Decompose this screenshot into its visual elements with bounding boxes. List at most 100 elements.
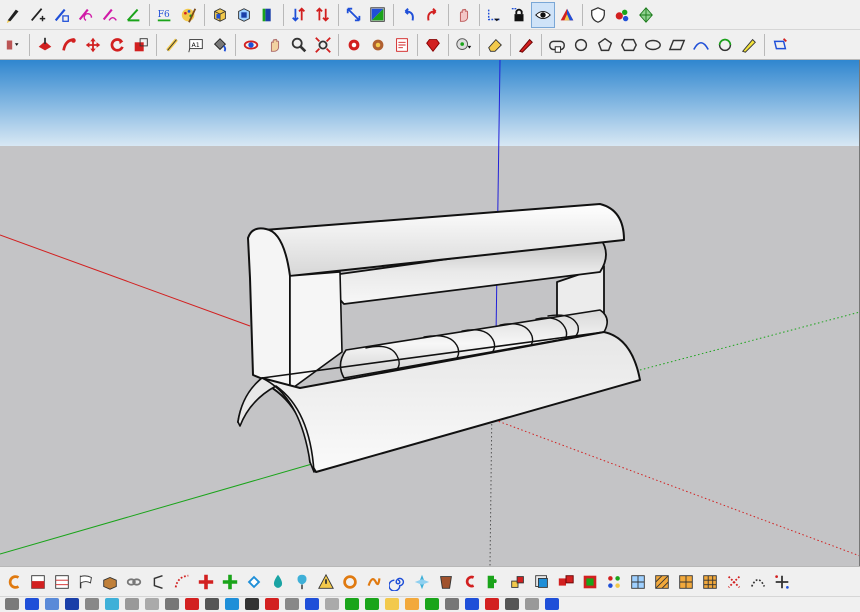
eraser-button[interactable]	[484, 33, 506, 57]
clipped-toolbar-icon[interactable]	[425, 598, 439, 610]
green-cross-button[interactable]	[219, 570, 241, 594]
cup-button[interactable]	[435, 570, 457, 594]
orange-curve-button[interactable]	[3, 570, 25, 594]
tape-measure-button[interactable]	[161, 33, 183, 57]
zoom-extents-button[interactable]	[312, 33, 334, 57]
clipped-toolbar-icon[interactable]	[145, 598, 159, 610]
teal-drop-button[interactable]	[267, 570, 289, 594]
undo-arrow-button[interactable]	[398, 3, 420, 27]
clipped-toolbar-icon[interactable]	[165, 598, 179, 610]
ruby-gem-button[interactable]	[422, 33, 444, 57]
move-button[interactable]	[82, 33, 104, 57]
red-pencil-button[interactable]	[515, 33, 537, 57]
arc-button[interactable]	[75, 3, 97, 27]
dotted-curve-button[interactable]	[171, 570, 193, 594]
parallelogram-button[interactable]	[666, 33, 688, 57]
plus-grid-button[interactable]	[771, 570, 793, 594]
dashed-arc-button[interactable]	[747, 570, 769, 594]
clipped-toolbar-icon[interactable]	[465, 598, 479, 610]
lock-button[interactable]	[508, 3, 530, 27]
zoom-button[interactable]	[288, 33, 310, 57]
viewport-scene[interactable]	[0, 60, 860, 566]
clipped-toolbar-icon[interactable]	[65, 598, 79, 610]
brown-gear-button[interactable]	[367, 33, 389, 57]
settings-dropdown-button[interactable]	[453, 33, 475, 57]
clipped-toolbar-icon[interactable]	[485, 598, 499, 610]
ring-button[interactable]	[339, 570, 361, 594]
circle-button[interactable]	[570, 33, 592, 57]
flip-button[interactable]	[367, 3, 389, 27]
rotate-shape-button[interactable]	[769, 33, 791, 57]
freehand-button[interactable]	[51, 3, 73, 27]
palette-brush-button[interactable]	[178, 3, 200, 27]
clipped-toolbar-icon[interactable]	[5, 598, 19, 610]
clipped-toolbar-icon[interactable]	[185, 598, 199, 610]
stack-cubes-button[interactable]	[507, 570, 529, 594]
axes-dropdown-button[interactable]	[484, 3, 506, 27]
orbit-button[interactable]	[240, 33, 262, 57]
report-button[interactable]	[391, 33, 413, 57]
green-gem-button[interactable]	[635, 3, 657, 27]
tile-grid-button[interactable]	[699, 570, 721, 594]
orange-grid-button[interactable]	[675, 570, 697, 594]
clipped-toolbar-icon[interactable]	[125, 598, 139, 610]
clipped-toolbar-icon[interactable]	[385, 598, 399, 610]
shield-button[interactable]	[587, 3, 609, 27]
clipped-toolbar-icon[interactable]	[285, 598, 299, 610]
pencil-button[interactable]	[3, 3, 25, 27]
clipped-toolbar-icon[interactable]	[205, 598, 219, 610]
diagonal-arrow-button[interactable]	[343, 3, 365, 27]
red-square-button[interactable]	[27, 570, 49, 594]
hexagon-button[interactable]	[618, 33, 640, 57]
clipped-toolbar-icon[interactable]	[365, 598, 379, 610]
clipped-toolbar-icon[interactable]	[305, 598, 319, 610]
paint-bucket-button[interactable]	[209, 33, 231, 57]
spiral-button[interactable]	[387, 570, 409, 594]
pin-button[interactable]	[291, 570, 313, 594]
red-gear-button[interactable]	[343, 33, 365, 57]
flower-pattern-button[interactable]	[603, 570, 625, 594]
arc-segment-button[interactable]	[690, 33, 712, 57]
grid-lines-button[interactable]	[51, 570, 73, 594]
green-puzzle-button[interactable]	[483, 570, 505, 594]
clipped-toolbar-icon[interactable]	[525, 598, 539, 610]
clipped-toolbar-icon[interactable]	[85, 598, 99, 610]
nested-cubes-button[interactable]	[531, 570, 553, 594]
rotate-button[interactable]	[106, 33, 128, 57]
circle-arc-button[interactable]	[714, 33, 736, 57]
hatch-square-button[interactable]	[651, 570, 673, 594]
modeling-viewport[interactable]	[0, 60, 860, 566]
yellow-pencil-button[interactable]	[738, 33, 760, 57]
chain-link-button[interactable]	[123, 570, 145, 594]
paint-splat-button[interactable]	[611, 3, 633, 27]
redo-arrow-button[interactable]	[422, 3, 444, 27]
f6-label-button[interactable]: F6	[154, 3, 176, 27]
box-cube-button[interactable]	[209, 3, 231, 27]
flag-button[interactable]	[75, 570, 97, 594]
clipped-toolbar-icon[interactable]	[105, 598, 119, 610]
clipped-toolbar-icon[interactable]	[345, 598, 359, 610]
compass-button[interactable]	[411, 570, 433, 594]
polygon-button[interactable]	[594, 33, 616, 57]
pen-arc-button[interactable]	[99, 3, 121, 27]
red-dots-button[interactable]	[723, 570, 745, 594]
clipped-toolbar-icon[interactable]	[545, 598, 559, 610]
bracket-button[interactable]	[147, 570, 169, 594]
scale-button[interactable]	[130, 33, 152, 57]
angle-button[interactable]	[123, 3, 145, 27]
line-button[interactable]	[27, 3, 49, 27]
clipped-toolbar-icon[interactable]	[505, 598, 519, 610]
push-arrows-button[interactable]	[288, 3, 310, 27]
column-button[interactable]	[257, 3, 279, 27]
rounded-rect-button[interactable]	[546, 33, 568, 57]
box-open-button[interactable]	[99, 570, 121, 594]
eye-button[interactable]	[531, 1, 555, 28]
clipped-toolbar-icon[interactable]	[265, 598, 279, 610]
place-component-button[interactable]	[34, 33, 56, 57]
gem-cube-button[interactable]	[579, 570, 601, 594]
blue-diamond-button[interactable]	[243, 570, 265, 594]
follow-me-button[interactable]	[58, 33, 80, 57]
red-cubes-button[interactable]	[555, 570, 577, 594]
grid-frame-button[interactable]	[627, 570, 649, 594]
clipped-toolbar-icon[interactable]	[25, 598, 39, 610]
